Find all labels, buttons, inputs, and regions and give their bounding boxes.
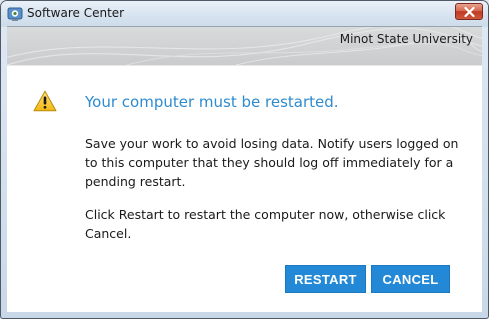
close-icon [463,6,475,17]
warning-icon [33,90,57,112]
title-bar[interactable]: Software Center [1,1,488,27]
dialog-message-instructions: Click Restart to restart the computer no… [85,207,446,241]
software-center-window: Software Center Minot State University Y… [0,0,489,319]
dialog-content: Your computer must be restarted. Save yo… [7,66,482,312]
organization-name: Minot State University [339,32,473,46]
close-button[interactable] [455,3,483,20]
organization-banner: Minot State University [7,26,482,66]
window-title: Software Center [27,6,125,20]
dialog-message-save-work: Save your work to avoid losing data. Not… [85,136,459,189]
restart-button[interactable]: RESTART [285,265,366,293]
software-center-icon [7,6,23,22]
cancel-button[interactable]: CANCEL [371,265,450,293]
dialog-heading: Your computer must be restarted. [85,93,339,111]
